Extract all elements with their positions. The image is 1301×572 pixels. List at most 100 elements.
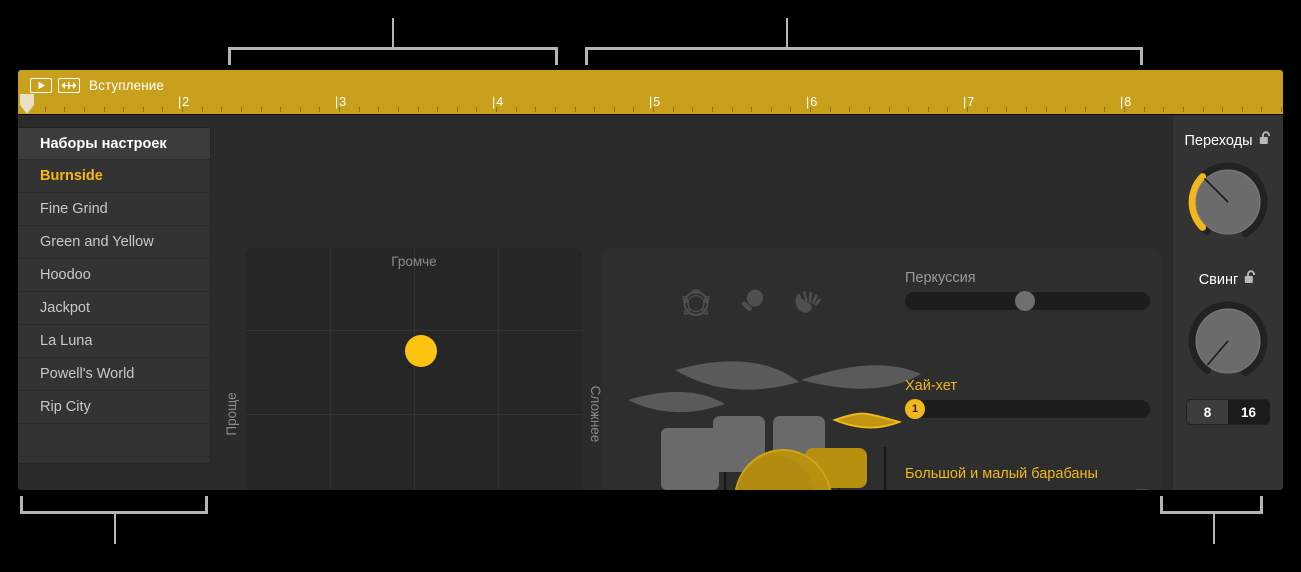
ruler-tick — [928, 107, 929, 112]
tambourine-icon[interactable] — [681, 288, 711, 323]
percussion-icon-row — [681, 288, 821, 322]
ruler-tick — [1203, 107, 1204, 112]
hihat-cymbal — [832, 412, 903, 429]
ruler-tick — [1046, 107, 1047, 112]
ruler-tick — [732, 107, 733, 112]
slider-label-percussion: Перкуссия — [905, 270, 976, 286]
ruler-tick — [614, 107, 615, 112]
ruler-tick — [300, 107, 301, 112]
ruler-tick — [1183, 107, 1184, 112]
ruler-tick — [418, 107, 419, 112]
cymbal-left — [628, 391, 725, 413]
ruler-tick — [1026, 107, 1027, 112]
slider-track-percussion[interactable] — [905, 291, 1150, 311]
unlocked-padlock-icon[interactable] — [1259, 131, 1272, 150]
xy-label-complex: Сложнее — [588, 385, 604, 443]
ruler-tick — [1163, 107, 1164, 112]
slider-label-kick-snare: Большой и малый барабаны — [905, 466, 1098, 482]
follow-checkbox[interactable] — [1135, 488, 1150, 490]
ruler-tick — [319, 107, 320, 112]
maraca-icon[interactable] — [738, 288, 765, 323]
swing-knob-title: Свинг — [1173, 270, 1283, 289]
ruler-tick — [908, 107, 909, 112]
ruler-bar-number: 4 — [492, 95, 503, 109]
ruler-tick — [849, 107, 850, 112]
fills-knob-title: Переходы — [1173, 131, 1283, 150]
preset-rows: Burnside Fine Grind Green and Yellow Hoodoo… — [18, 160, 210, 424]
preset-row-empty-2 — [18, 457, 210, 490]
ruler-tick — [1281, 107, 1282, 112]
ruler-tick — [516, 107, 517, 112]
right-controls-panel: Переходы Свинг 8 16 — [1173, 115, 1283, 490]
cymbal-mid-right — [801, 365, 921, 389]
slider-thumb-percussion[interactable] — [1015, 291, 1036, 311]
ruler-tick — [594, 107, 595, 112]
note-division-option-16[interactable]: 16 — [1228, 400, 1269, 424]
ruler-tick — [221, 107, 222, 112]
ruler-tick — [987, 107, 988, 112]
screenshot-root: Вступление 2 3 4 5 6 7 8 Наборы настроек Burns… — [0, 0, 1301, 572]
preset-item-1[interactable]: Fine Grind — [18, 193, 210, 226]
xy-grid — [246, 248, 582, 490]
preset-list-header: Наборы настроек — [18, 128, 210, 160]
ruler-tick — [261, 107, 262, 112]
slider-track-hihat[interactable]: 1 — [905, 399, 1150, 419]
ruler-tick — [202, 107, 203, 112]
ruler-bar-number: 8 — [1120, 95, 1131, 109]
preset-row-empty-1 — [18, 424, 210, 457]
loop-region-icon[interactable] — [58, 77, 80, 93]
ruler-tick — [457, 107, 458, 112]
ruler-tick — [437, 107, 438, 112]
ruler-bar-number: 2 — [178, 95, 189, 109]
slider-block-percussion: Перкуссия — [905, 270, 1150, 311]
plugin-body: Наборы настроек Burnside Fine Grind Green … — [18, 115, 1283, 490]
region-title-group[interactable]: Вступление — [30, 76, 164, 94]
ruler-tick — [712, 107, 713, 112]
note-division-option-8[interactable]: 8 — [1187, 400, 1228, 424]
fills-knob[interactable] — [1182, 156, 1274, 248]
clap-hand-icon[interactable] — [791, 288, 821, 323]
preset-item-3[interactable]: Hoodoo — [18, 259, 210, 292]
play-icon[interactable] — [30, 77, 52, 93]
drum-kit-illustration[interactable] — [613, 328, 933, 490]
unlocked-padlock-icon[interactable] — [1244, 270, 1257, 289]
follow-label: Следовать — [1058, 488, 1128, 490]
ruler-tick — [869, 107, 870, 112]
ruler-tick — [673, 107, 674, 112]
ruler-tick — [1242, 107, 1243, 112]
ruler-tick — [280, 107, 281, 112]
drum-kit-panel: Перкуссия Хай-хет 1 Большой и малый барабан… — [603, 248, 1161, 490]
ruler-tick — [1144, 107, 1145, 112]
slider-thumb-hihat[interactable]: 1 — [905, 399, 925, 419]
ruler-tick — [889, 107, 890, 112]
ruler-tick — [84, 107, 85, 112]
xy-label-simpler: Проще — [224, 392, 240, 436]
ruler-tick — [1261, 107, 1262, 112]
cymbal-mid-left — [675, 361, 799, 390]
ruler-tick — [1006, 107, 1007, 112]
preset-item-4[interactable]: Jackpot — [18, 292, 210, 325]
ruler-tick — [104, 107, 105, 112]
ruler-tick — [359, 107, 360, 112]
ruler-tick — [378, 107, 379, 112]
ruler-bar-number: 3 — [335, 95, 346, 109]
preset-item-6[interactable]: Powell's World — [18, 358, 210, 391]
ruler-tick — [241, 107, 242, 112]
xy-performance-pad[interactable]: Громче Тише Проще Сложнее — [224, 248, 603, 490]
swing-knob[interactable] — [1182, 295, 1274, 387]
note-division-toggle[interactable]: 8 16 — [1186, 399, 1270, 425]
xy-label-louder: Громче — [391, 254, 437, 269]
preset-item-2[interactable]: Green and Yellow — [18, 226, 210, 259]
slider-label-hihat: Хай-хет — [905, 378, 957, 394]
ruler-tick — [555, 107, 556, 112]
preset-item-5[interactable]: La Luna — [18, 325, 210, 358]
timeline-ruler[interactable]: 2 3 4 5 6 7 8 — [18, 94, 1283, 115]
preset-item-7[interactable]: Rip City — [18, 391, 210, 424]
xy-puck[interactable] — [404, 334, 437, 367]
region-name: Вступление — [89, 77, 165, 93]
ruler-tick — [790, 107, 791, 112]
ruler-bar-number: 7 — [963, 95, 974, 109]
preset-item-0[interactable]: Burnside — [18, 160, 210, 193]
swing-label: Свинг — [1198, 271, 1239, 288]
floor-tom — [661, 428, 719, 490]
